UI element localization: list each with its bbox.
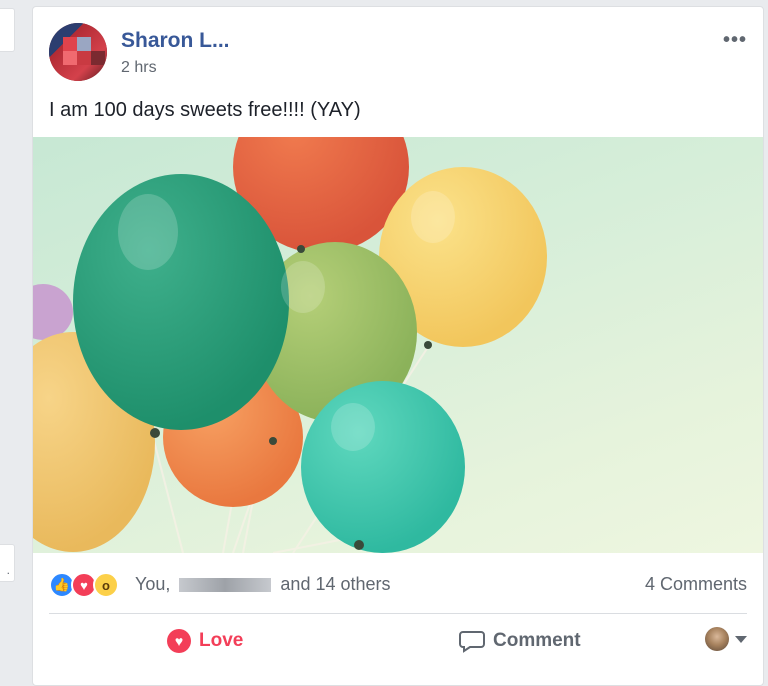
feed-post: Sharon L... 2 hrs ••• I am 100 days swee… <box>32 6 764 686</box>
ellipsis-icon[interactable]: ••• <box>723 29 747 52</box>
post-header: Sharon L... 2 hrs ••• <box>49 23 747 87</box>
reaction-icons[interactable]: 👍 ♥ o <box>49 572 133 598</box>
user-avatar <box>705 627 729 651</box>
comment-button[interactable]: Comment <box>459 629 581 653</box>
love-button[interactable]: ♥ Love <box>167 629 243 653</box>
post-message: I am 100 days sweets free!!!! (YAY) <box>49 99 361 121</box>
left-column-card: . <box>0 544 15 582</box>
reactors-prefix: You, <box>135 574 171 594</box>
post-actions: ♥ Love Comment <box>49 621 747 665</box>
comment-label: Comment <box>493 630 581 651</box>
caret-down-icon <box>735 635 747 643</box>
reactors-suffix: and 14 others <box>280 574 391 594</box>
author-name-link[interactable]: Sharon L... <box>121 29 230 53</box>
wow-reaction-icon: o <box>93 572 119 598</box>
post-photo[interactable] <box>33 137 763 553</box>
balloons-image <box>33 137 547 553</box>
author-avatar[interactable] <box>49 23 107 81</box>
comments-count-link[interactable]: 4 Comments <box>645 574 747 595</box>
divider <box>49 613 747 614</box>
author-name[interactable]: Sharon L... <box>121 29 230 52</box>
post-timestamp[interactable]: 2 hrs <box>121 59 157 77</box>
reactors-summary[interactable]: You, and 14 others <box>135 574 391 595</box>
redacted-name <box>179 578 272 593</box>
reactions-bar: 👍 ♥ o You, and 14 others 4 Comments <box>49 569 747 603</box>
left-column-card <box>0 8 15 52</box>
comment-icon <box>459 631 485 653</box>
post-as-selector[interactable] <box>705 627 747 651</box>
love-label: Love <box>199 630 244 651</box>
love-icon: ♥ <box>167 629 191 653</box>
